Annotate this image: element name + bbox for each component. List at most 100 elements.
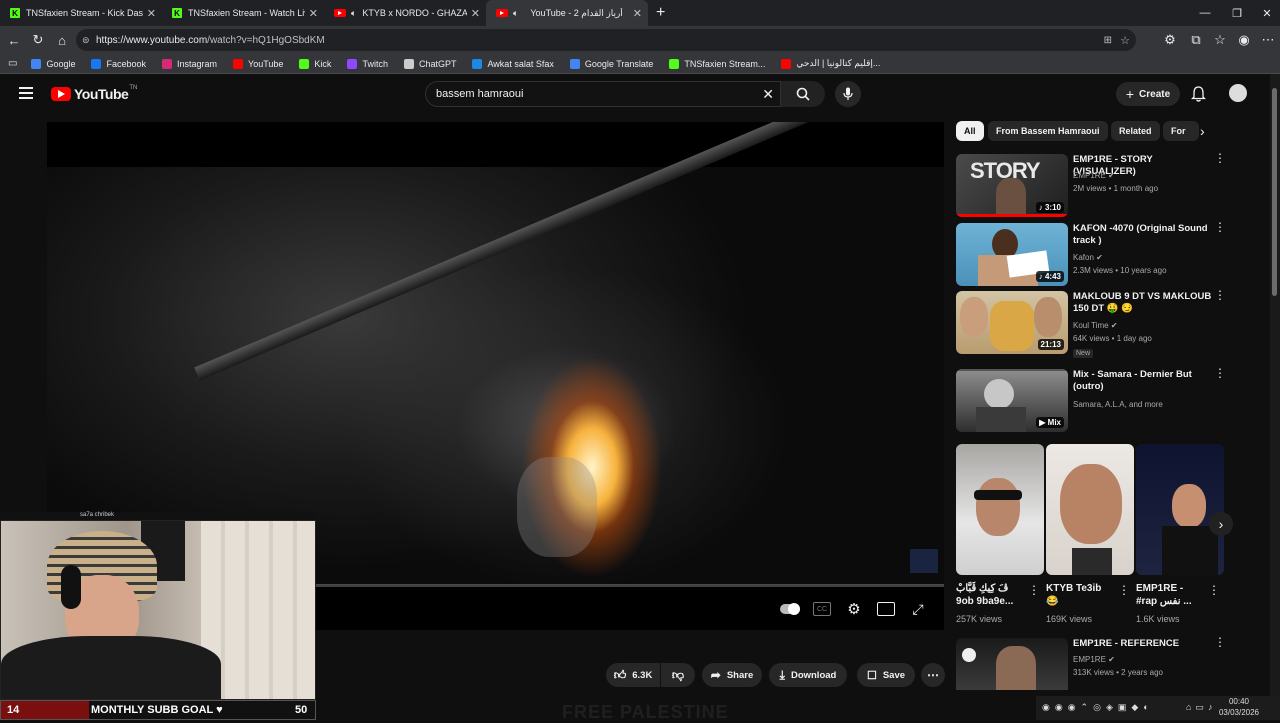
stream-chat-line: sa7a chribek (0, 512, 316, 520)
browser-tab[interactable]: 🔈︎ KTYB x NORDO - GHAZALI (P ✕ (324, 0, 486, 26)
more-options-icon[interactable]: ⋮ (1214, 152, 1226, 164)
video-hand (517, 457, 597, 557)
search-button[interactable] (781, 81, 825, 107)
browser-menu-icon[interactable]: ⋯ (1258, 30, 1278, 50)
chip-all[interactable]: All (956, 121, 984, 141)
search-input[interactable]: bassem hamraoui ✕ (425, 81, 781, 107)
short-thumbnail[interactable] (1136, 444, 1224, 575)
split-screen-icon[interactable]: ⧉ (1186, 30, 1206, 50)
bookmark-item[interactable]: Instagram (162, 58, 217, 69)
site-info-icon[interactable]: ⊜ (82, 35, 90, 46)
search-icon (796, 87, 810, 101)
save-button[interactable]: ☐ Save (857, 663, 915, 687)
verified-icon: ✔ (1108, 171, 1115, 180)
hamburger-menu-icon[interactable] (19, 87, 33, 99)
sidebar-toggle-icon[interactable]: ▭ (8, 58, 17, 69)
autoplay-toggle[interactable] (779, 602, 801, 616)
bookmark-item[interactable]: YouTube (233, 58, 283, 69)
instagram-icon (162, 58, 173, 69)
chips-next-arrow-icon[interactable]: › (1200, 123, 1205, 139)
close-tab-icon[interactable]: ✕ (147, 7, 156, 20)
more-options-icon[interactable]: ⋮ (1208, 584, 1220, 596)
chip-related[interactable]: Related (1111, 121, 1160, 141)
bookmark-item[interactable]: إقليم كتالونيا | الدحي... (781, 58, 880, 69)
create-button[interactable]: + Create (1116, 82, 1180, 106)
install-app-icon[interactable]: ⊞ (1104, 35, 1112, 46)
tray-icons[interactable]: ◉◉◉⌃◎◈▣◆◐ (1042, 702, 1154, 713)
kick-icon: K (172, 8, 182, 18)
favorites-icon[interactable]: ☆ (1210, 30, 1230, 50)
download-button[interactable]: ⤓ Download (769, 663, 847, 687)
subtitles-button[interactable]: CC (813, 602, 831, 616)
profile-icon[interactable]: ◉ (1234, 30, 1254, 50)
scrollbar-thumb[interactable] (1272, 88, 1277, 296)
prayer-times-icon (472, 58, 483, 69)
bookmark-item[interactable]: Awkat salat Sfax (472, 58, 554, 69)
bookmark-item[interactable]: Google Translate (569, 58, 653, 69)
more-options-icon[interactable]: ⋮ (1214, 221, 1226, 233)
theater-mode-button[interactable] (877, 602, 895, 616)
short-thumbnail[interactable] (956, 444, 1044, 575)
more-options-icon[interactable]: ⋮ (1028, 584, 1040, 596)
short-thumbnail[interactable] (1046, 444, 1134, 575)
youtube-logo[interactable]: YouTube TN (51, 85, 137, 102)
bookmark-item[interactable]: Kick (299, 58, 331, 69)
speaker-icon[interactable]: 🔈︎ (351, 8, 356, 19)
fullscreen-icon[interactable]: ⤢ (909, 600, 927, 618)
minimize-button[interactable]: — (1188, 0, 1222, 26)
bookmark-item[interactable]: Facebook (91, 58, 146, 69)
video-thumbnail[interactable]: STORY ♪ 3:10 (956, 154, 1068, 217)
bookmark-item[interactable]: Google (31, 58, 75, 69)
new-tab-button[interactable]: + (656, 4, 665, 22)
close-tab-icon[interactable]: ✕ (309, 7, 318, 20)
browser-tab-strip: K TNSfaxien Stream - Kick Dashboard ✕ K … (0, 0, 1280, 26)
dislike-button[interactable]: 👎︎ (661, 663, 695, 687)
bookmark-item[interactable]: Twitch (347, 58, 388, 69)
video-thumbnail[interactable] (956, 638, 1068, 690)
notifications-bell-icon[interactable] (1190, 86, 1207, 107)
address-bar[interactable]: ⊜ https://www.youtube.com/watch?v=hQ1HgO… (76, 29, 1136, 51)
google-icon (31, 58, 42, 69)
like-button[interactable]: 👍︎ 6.3K (606, 663, 660, 687)
back-button[interactable]: ← (4, 30, 24, 50)
subscriber-goal-bar: 14 MONTHLY SUBB GOAL ♥ 50 (0, 700, 316, 720)
maximize-button[interactable]: ❐ (1220, 0, 1254, 26)
verified-icon: ✔ (1096, 253, 1103, 262)
browser-tab[interactable]: K TNSfaxien Stream - Kick Dashboard ✕ (0, 0, 162, 26)
avatar[interactable] (1229, 84, 1247, 102)
streamer-shirt (1, 636, 221, 699)
more-options-icon[interactable]: ⋮ (1214, 367, 1226, 379)
settings-gear-icon[interactable]: ⚙ (845, 600, 863, 618)
bookmark-star-icon[interactable]: ☆ (1120, 34, 1130, 47)
channel-watermark[interactable] (910, 549, 938, 573)
close-tab-icon[interactable]: ✕ (471, 7, 480, 20)
chip-for-you[interactable]: For (1163, 121, 1199, 141)
more-options-icon[interactable]: ⋮ (1118, 584, 1130, 596)
clear-search-icon[interactable]: ✕ (762, 86, 774, 103)
more-options-icon[interactable]: ⋮ (1214, 636, 1226, 648)
extensions-icon[interactable]: ⚙ (1160, 30, 1180, 50)
reload-button[interactable]: ↻ (28, 30, 48, 50)
bookmark-item[interactable]: ChatGPT (403, 58, 456, 69)
more-options-icon[interactable]: ⋮ (1214, 289, 1226, 301)
headset-icon (61, 565, 81, 609)
more-actions-button[interactable]: ⋯ (921, 663, 945, 687)
speaker-icon[interactable]: 🔈︎ (513, 8, 518, 19)
bookmarks-bar: ▭ Google Facebook Instagram YouTube Kick… (0, 54, 1280, 74)
browser-tab[interactable]: K TNSfaxien Stream - Watch Live on Kick … (162, 0, 324, 26)
chip-from-channel[interactable]: From Bassem Hamraoui (988, 121, 1108, 141)
browser-toolbar: ← ↻ ⌂ ⊜ https://www.youtube.com/watch?v=… (0, 26, 1280, 54)
voice-search-button[interactable] (835, 81, 861, 107)
bookmark-item[interactable]: TNSfaxien Stream... (669, 58, 765, 69)
video-thumbnail[interactable]: ▶︎ Mix (956, 369, 1068, 432)
video-thumbnail[interactable]: 21:13 (956, 291, 1068, 354)
browser-tab-active[interactable]: 🔈︎ YouTube - أرياز القدام 2 ✕ (486, 0, 648, 26)
video-thumbnail[interactable]: ♪ 4:43 (956, 223, 1068, 286)
kick-icon (669, 58, 680, 69)
video-guitar-neck (194, 122, 900, 381)
close-tab-icon[interactable]: ✕ (633, 7, 642, 20)
home-button[interactable]: ⌂ (52, 30, 72, 50)
shorts-next-arrow-icon[interactable]: › (1209, 512, 1233, 536)
share-button[interactable]: ➦ Share (702, 663, 762, 687)
window-close-button[interactable]: ✕ (1250, 0, 1280, 26)
